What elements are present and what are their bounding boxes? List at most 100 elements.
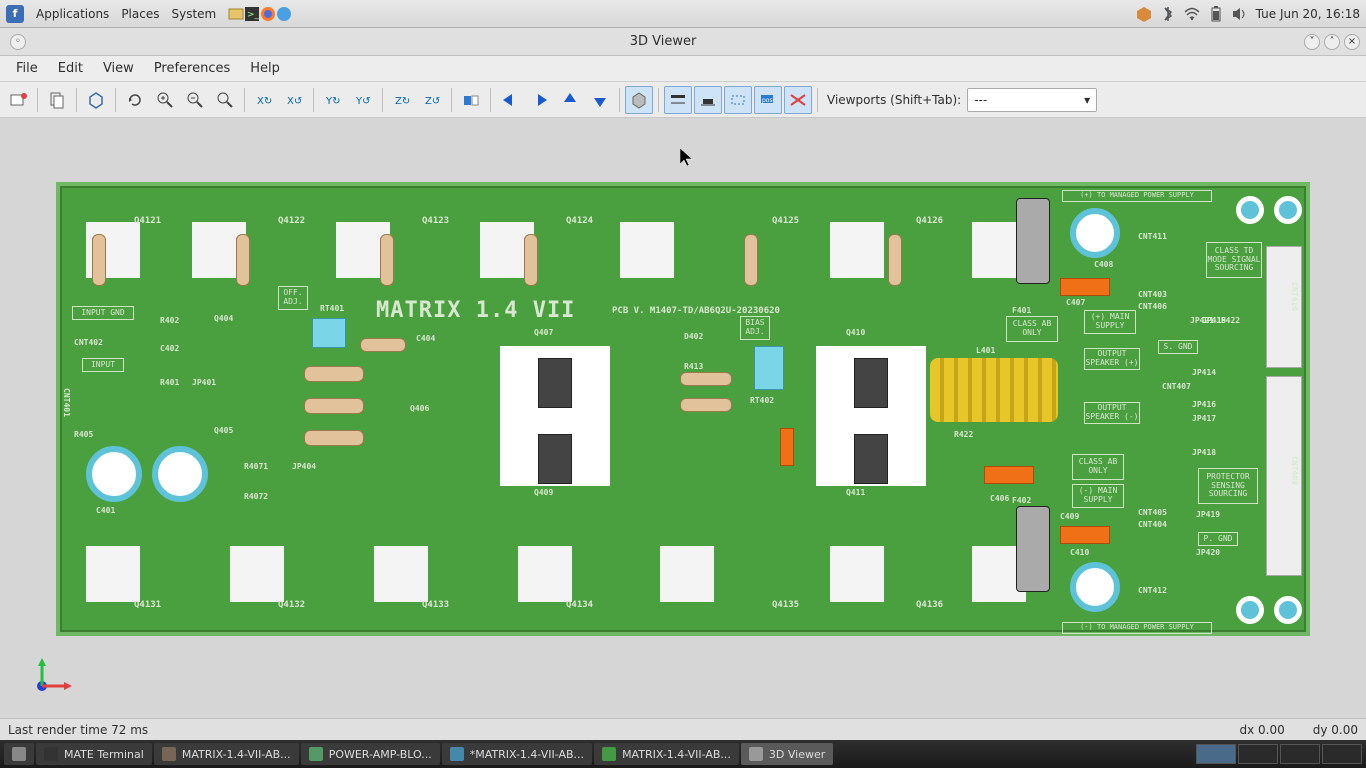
minimize-button[interactable]: ˅ bbox=[1304, 34, 1320, 50]
statusbar: Last render time 72 ms dx 0.00 dy 0.00 bbox=[0, 718, 1366, 740]
silk-r422: R422 bbox=[954, 430, 973, 439]
silk-cnt412: CNT412 bbox=[1138, 586, 1167, 595]
toggle-virtual-icon[interactable] bbox=[724, 86, 752, 114]
system-menu[interactable]: System bbox=[165, 7, 222, 21]
box-icon[interactable] bbox=[1136, 6, 1152, 22]
task-kicad-2[interactable]: POWER-AMP-BLO... bbox=[301, 743, 440, 765]
pcb-title-silk: MATRIX 1.4 VII bbox=[376, 298, 575, 323]
toggle-tht-icon[interactable] bbox=[664, 86, 692, 114]
clock[interactable]: Tue Jun 20, 16:18 bbox=[1256, 7, 1360, 21]
silk-jp414: JP414 bbox=[1192, 368, 1216, 377]
silk-c406: C406 bbox=[990, 494, 1009, 503]
silk-r405: R405 bbox=[74, 430, 93, 439]
bluetooth-icon[interactable] bbox=[1160, 6, 1176, 22]
silk-c408: C408 bbox=[1094, 260, 1113, 269]
zoom-fit-icon[interactable] bbox=[211, 86, 239, 114]
distro-logo-icon[interactable]: f bbox=[6, 5, 24, 23]
pcb-board: MATRIX 1.4 VII PCB V. M1407-TD/AB6Q2U-20… bbox=[56, 182, 1310, 636]
schematic-icon bbox=[309, 747, 323, 761]
task-kicad-3[interactable]: *MATRIX-1.4-VII-AB... bbox=[442, 743, 592, 765]
silk-cnt404: CNT404 bbox=[1138, 520, 1167, 529]
pcb-icon bbox=[450, 747, 464, 761]
pan-up-icon[interactable] bbox=[556, 86, 584, 114]
silk-q404: Q404 bbox=[214, 314, 233, 323]
task-3dviewer[interactable]: 3D Viewer bbox=[741, 743, 833, 765]
workspace-3[interactable] bbox=[1280, 744, 1320, 764]
silk-d402: D402 bbox=[684, 332, 703, 341]
rotate-y-cw-icon[interactable]: Y↻ bbox=[319, 86, 347, 114]
ortho-projection-icon[interactable] bbox=[625, 86, 653, 114]
reload-board-icon[interactable] bbox=[4, 86, 32, 114]
menu-edit[interactable]: Edit bbox=[48, 61, 93, 76]
workspace-4[interactable] bbox=[1322, 744, 1362, 764]
rotate-z-cw-icon[interactable]: Z↻ bbox=[388, 86, 416, 114]
chevron-down-icon: ▾ bbox=[1084, 93, 1090, 107]
menu-view[interactable]: View bbox=[93, 61, 144, 76]
rotate-x-cw-icon[interactable]: X↻ bbox=[250, 86, 278, 114]
taskbar: MATE Terminal MATRIX-1.4-VII-AB... POWER… bbox=[0, 740, 1366, 768]
copy-image-icon[interactable] bbox=[43, 86, 71, 114]
workspace-1[interactable] bbox=[1196, 744, 1236, 764]
app-launcher-icon[interactable] bbox=[276, 6, 292, 22]
status-dx: dx 0.00 bbox=[1239, 723, 1284, 737]
silk-q411: Q411 bbox=[846, 488, 865, 497]
window-menu-icon[interactable]: ◦ bbox=[10, 34, 26, 50]
menu-help[interactable]: Help bbox=[240, 61, 290, 76]
taskbar-show-desktop[interactable] bbox=[4, 743, 34, 765]
silk-c409: C409 bbox=[1060, 512, 1079, 521]
toggle-smd-icon[interactable] bbox=[694, 86, 722, 114]
volume-icon[interactable] bbox=[1232, 6, 1248, 22]
3d-canvas[interactable]: MATRIX 1.4 VII PCB V. M1407-TD/AB6Q2U-20… bbox=[0, 118, 1366, 718]
silk-c402: C402 bbox=[160, 344, 179, 353]
window-titlebar: ◦ 3D Viewer ˅ ˄ × bbox=[0, 28, 1366, 56]
workspace-2[interactable] bbox=[1238, 744, 1278, 764]
silk-f402: F402 bbox=[1012, 496, 1031, 505]
viewports-select[interactable]: ---▾ bbox=[967, 88, 1097, 112]
menu-preferences[interactable]: Preferences bbox=[144, 61, 240, 76]
desktop-icon bbox=[12, 747, 26, 761]
toggle-dnp-icon[interactable] bbox=[784, 86, 812, 114]
rotate-x-ccw-icon[interactable]: X↺ bbox=[280, 86, 308, 114]
pan-down-icon[interactable] bbox=[586, 86, 614, 114]
status-render-time: Last render time 72 ms bbox=[8, 723, 148, 737]
firefox-launcher-icon[interactable] bbox=[260, 6, 276, 22]
task-kicad-1[interactable]: MATRIX-1.4-VII-AB... bbox=[154, 743, 299, 765]
toggle-not-in-pos-icon[interactable]: pos bbox=[754, 86, 782, 114]
refresh-icon[interactable] bbox=[121, 86, 149, 114]
silk-cnt401: CNT401 bbox=[62, 388, 71, 417]
render-settings-icon[interactable] bbox=[82, 86, 110, 114]
terminal-launcher-icon[interactable]: >_ bbox=[244, 6, 260, 22]
close-button[interactable]: × bbox=[1344, 34, 1360, 50]
menu-file[interactable]: File bbox=[6, 61, 48, 76]
silk-q405: Q405 bbox=[214, 426, 233, 435]
task-terminal[interactable]: MATE Terminal bbox=[36, 743, 152, 765]
silk-class-td: CLASS TD MODE SIGNAL SOURCING bbox=[1206, 242, 1262, 278]
task-kicad-4[interactable]: MATRIX-1.4-VII-AB... bbox=[594, 743, 739, 765]
pan-left-icon[interactable] bbox=[496, 86, 524, 114]
pan-right-icon[interactable] bbox=[526, 86, 554, 114]
rotate-z-ccw-icon[interactable]: Z↺ bbox=[418, 86, 446, 114]
silk-cnt406: CNT406 bbox=[1138, 302, 1167, 311]
zoom-out-icon[interactable] bbox=[181, 86, 209, 114]
silk-cnt405: CNT405 bbox=[1138, 508, 1167, 517]
silk-jp416: JP416 bbox=[1192, 400, 1216, 409]
rotate-y-ccw-icon[interactable]: Y↺ bbox=[349, 86, 377, 114]
silk-cnt411: CNT411 bbox=[1138, 232, 1167, 241]
workspace-switcher[interactable] bbox=[1196, 744, 1362, 764]
flip-board-icon[interactable] bbox=[457, 86, 485, 114]
file-manager-launcher-icon[interactable] bbox=[228, 6, 244, 22]
zoom-in-icon[interactable] bbox=[151, 86, 179, 114]
silk-q4133: Q4133 bbox=[422, 600, 449, 610]
silk-prot: PROTECTOR SENSING SOURCING bbox=[1198, 468, 1258, 504]
status-dy: dy 0.00 bbox=[1313, 723, 1358, 737]
places-menu[interactable]: Places bbox=[115, 7, 165, 21]
wifi-icon[interactable] bbox=[1184, 6, 1200, 22]
silk-q4134: Q4134 bbox=[566, 600, 593, 610]
battery-icon[interactable] bbox=[1208, 6, 1224, 22]
silk-c407: C407 bbox=[1066, 298, 1085, 307]
silk-cnt409: CNT409 bbox=[1290, 456, 1299, 485]
applications-menu[interactable]: Applications bbox=[30, 7, 115, 21]
silk-jp419: JP419 bbox=[1196, 510, 1220, 519]
maximize-button[interactable]: ˄ bbox=[1324, 34, 1340, 50]
silk-main2: (-) MAIN SUPPLY bbox=[1072, 484, 1124, 508]
